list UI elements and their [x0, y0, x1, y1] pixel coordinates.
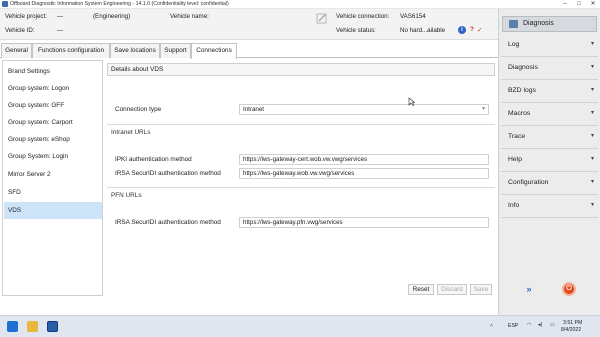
diagnosis-button[interactable]: Diagnosis: [502, 16, 597, 32]
chevron-down-icon: ▾: [590, 133, 594, 139]
nav-item-group-carport[interactable]: Group system: Carport: [4, 114, 102, 131]
chevron-up-icon[interactable]: ˄: [490, 323, 493, 329]
nav-item-group-eshop[interactable]: Group system: eShop: [4, 131, 102, 148]
diagnosis-button-label: Diagnosis: [523, 20, 554, 27]
start-icon[interactable]: [7, 321, 18, 332]
maximize-icon[interactable]: □: [572, 0, 586, 9]
odis-app-icon[interactable]: [47, 321, 58, 332]
tab-general[interactable]: General: [1, 43, 32, 58]
nav-item-group-login[interactable]: Group System: Login: [4, 148, 102, 165]
connection-type-select[interactable]: Intranet ▾: [239, 104, 489, 115]
connection-type-value: Intranet: [243, 106, 264, 113]
save-button[interactable]: Save: [470, 284, 492, 295]
tab-functions-configuration[interactable]: Functions configuration: [32, 43, 110, 58]
side-section-log[interactable]: Log ▾: [501, 37, 598, 57]
nav-item-vds[interactable]: VDS: [4, 202, 102, 219]
side-section-label: Trace: [508, 133, 526, 140]
vehicle-info-bar: Vehicle project: — (Engineering) Vehicle…: [0, 9, 498, 40]
pfn-securid-auth-label: IRSA SecurIDI authentication method: [115, 219, 221, 226]
chevron-down-icon: ▾: [590, 41, 594, 47]
tab-support[interactable]: Support: [160, 43, 191, 58]
vds-details-panel: Details about VDS Connection type Intran…: [107, 60, 498, 296]
vehicle-connection-value: VAS6154: [400, 13, 426, 20]
chevron-down-icon: ▾: [590, 64, 594, 70]
exit-button[interactable]: ⏻: [562, 282, 576, 296]
tab-bar: General Functions configuration Save loc…: [0, 41, 498, 59]
reset-button[interactable]: Reset: [408, 284, 434, 295]
chevron-down-icon: ▾: [590, 87, 594, 93]
window-title: Offboard Diagnostic Information System E…: [10, 1, 229, 7]
pki-auth-label: IPKI authentication method: [115, 156, 192, 163]
vehicle-project-value: —: [57, 13, 64, 20]
discard-button[interactable]: Discard: [437, 284, 467, 295]
side-section-label: BZD logs: [508, 87, 536, 94]
chevron-down-icon: ▾: [590, 179, 594, 185]
vehicle-mode: (Engineering): [93, 13, 131, 20]
close-icon[interactable]: ✕: [586, 0, 600, 9]
nav-item-group-gff[interactable]: Group system: GFF: [4, 97, 102, 114]
volume-icon[interactable]: ◂): [538, 322, 542, 328]
side-section-label: Log: [508, 41, 520, 48]
side-section-trace[interactable]: Trace ▾: [501, 129, 598, 149]
vehicle-project-label: Vehicle project:: [5, 13, 47, 20]
file-explorer-icon[interactable]: [27, 321, 38, 332]
wifi-icon[interactable]: ◠: [527, 322, 532, 328]
diagnosis-icon: [509, 20, 518, 28]
clock-time[interactable]: 3:51 PM: [563, 320, 582, 326]
side-section-label: Macros: [508, 110, 531, 117]
pfn-urls-heading: PFN URLs: [111, 192, 142, 199]
securid-auth-label: IRSA SecurIDI authentication method: [115, 170, 221, 177]
chevron-down-icon: ▾: [590, 156, 594, 162]
side-section-configuration[interactable]: Configuration ▾: [501, 175, 598, 195]
side-section-macros[interactable]: Macros ▾: [501, 106, 598, 126]
divider: [107, 124, 495, 125]
clock-date[interactable]: 8/4/2022: [561, 327, 581, 333]
pfn-securid-auth-input[interactable]: https://lws-gateway.pfn.vwg/services: [239, 217, 489, 228]
nav-item-sfd[interactable]: SFD: [4, 184, 102, 201]
nav-item-brand-settings[interactable]: Brand Settings: [4, 63, 102, 80]
tab-save-locations[interactable]: Save locations: [110, 43, 160, 58]
side-section-bzd-logs[interactable]: BZD logs ▾: [501, 83, 598, 103]
side-panel: Diagnosis Log ▾ Diagnosis ▾ BZD logs ▾ Macr…: [498, 9, 600, 315]
connections-nav: Brand Settings Group system: Logon Group…: [2, 60, 103, 296]
vehicle-name-label: Vehicle name:: [170, 13, 209, 20]
title-bar: Offboard Diagnostic Information System E…: [0, 0, 600, 9]
edit-icon[interactable]: [316, 13, 327, 24]
info-icon[interactable]: i: [458, 26, 466, 34]
vehicle-connection-label: Vehicle connection:: [336, 13, 390, 20]
securid-auth-input[interactable]: https://lws-gateway.wob.vw.vwg/services: [239, 168, 489, 179]
side-section-label: Configuration: [508, 179, 549, 186]
tab-connections[interactable]: Connections: [191, 43, 237, 59]
chevron-down-icon: ▾: [482, 106, 485, 112]
chevron-down-icon: ▾: [590, 110, 594, 116]
minimize-icon[interactable]: –: [558, 0, 572, 9]
side-section-info[interactable]: Info ▾: [501, 198, 598, 218]
intranet-urls-heading: Intranet URLs: [111, 129, 151, 136]
connection-type-label: Connection type: [115, 106, 162, 113]
forward-button[interactable]: »: [522, 282, 536, 296]
pki-auth-input[interactable]: https://lws-gateway-cert.wob.vw.vwg/serv…: [239, 154, 489, 165]
check-icon[interactable]: ✓: [477, 26, 482, 34]
mouse-cursor-icon: [408, 97, 415, 106]
help-status-icon[interactable]: ?: [470, 26, 474, 33]
language-indicator[interactable]: ESP: [508, 323, 518, 329]
taskbar: ˄ ESP ◠ ◂) ▭ 3:51 PM 8/4/2022: [0, 315, 600, 337]
side-section-label: Diagnosis: [508, 64, 538, 71]
nav-item-group-logon[interactable]: Group system: Logon: [4, 80, 102, 97]
side-section-label: Help: [508, 156, 522, 163]
vehicle-status-value: No hard...ailable: [400, 27, 446, 34]
divider: [107, 187, 495, 188]
side-section-label: Info: [508, 202, 520, 209]
battery-icon[interactable]: ▭: [550, 322, 555, 328]
nav-item-mirror-server-2[interactable]: Mirror Server 2: [4, 166, 102, 183]
vehicle-status-label: Vehicle status:: [336, 27, 376, 34]
vehicle-id-label: Vehicle ID:: [5, 27, 35, 34]
app-icon: [2, 1, 8, 7]
chevron-down-icon: ▾: [590, 202, 594, 208]
side-section-help[interactable]: Help ▾: [501, 152, 598, 172]
side-section-diagnosis[interactable]: Diagnosis ▾: [501, 60, 598, 80]
vds-details-header: Details about VDS: [107, 63, 495, 76]
vehicle-id-value: —: [57, 27, 64, 34]
